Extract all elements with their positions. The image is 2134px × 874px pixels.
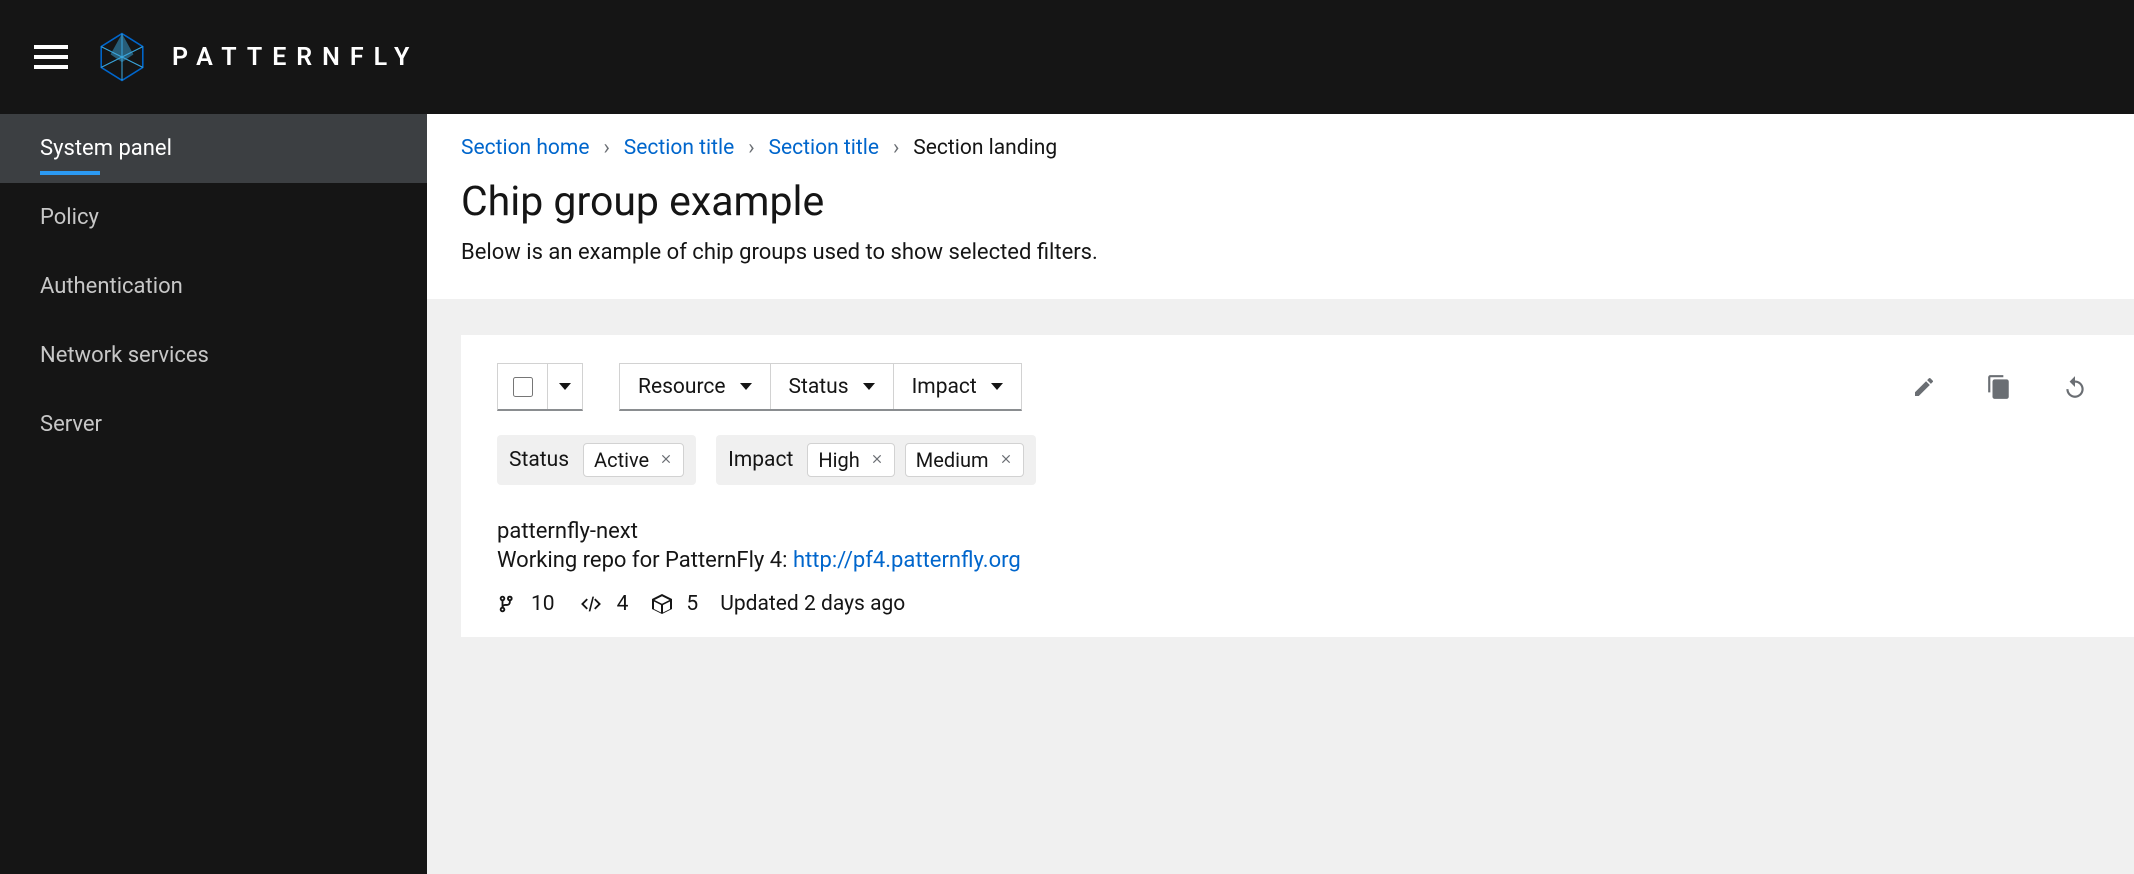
cube-icon [650, 592, 674, 616]
chip-text: Active [594, 448, 649, 472]
toolbar-icons [1912, 374, 2098, 400]
select-label: Status [789, 375, 849, 399]
sidebar-item-label: Server [40, 412, 102, 437]
select-label: Impact [912, 375, 977, 399]
edit-button[interactable] [1912, 374, 1936, 400]
patternfly-logo-icon [96, 31, 148, 83]
brand-text: PATTERNFLY [172, 43, 419, 72]
sidebar-item-label: System panel [40, 136, 172, 161]
meta-branches: 10 [497, 591, 555, 617]
copy-button[interactable] [1986, 374, 2012, 400]
chip-high: High [807, 443, 894, 477]
item-meta: 10 4 5 Updated 2 days ago [497, 591, 2098, 617]
chip-close-button[interactable] [870, 450, 884, 471]
checkbox-input[interactable] [513, 377, 533, 397]
chip-close-button[interactable] [659, 450, 673, 471]
bulk-select [497, 363, 583, 411]
meta-prs: 4 [577, 592, 629, 616]
filter-select-group: Resource Status Impact [619, 363, 1022, 411]
sidebar-item-label: Network services [40, 343, 209, 368]
app-header: PATTERNFLY [0, 0, 2134, 114]
breadcrumb-link[interactable]: Section home [461, 136, 589, 160]
item-title: patternfly-next [497, 519, 2098, 544]
breadcrumb-current: Section landing [913, 136, 1057, 160]
clone-icon [1986, 374, 2012, 400]
code-icon [577, 593, 605, 615]
select-status[interactable]: Status [771, 364, 894, 409]
chevron-down-icon [559, 383, 571, 390]
chip-group-label: Impact [728, 448, 797, 472]
chevron-down-icon [740, 383, 752, 390]
page-description: Below is an example of chip groups used … [461, 240, 2100, 265]
breadcrumb-separator-icon: › [603, 136, 609, 160]
chip-group-label: Status [509, 448, 573, 472]
breadcrumb-link[interactable]: Section title [624, 136, 734, 160]
item-description: Working repo for PatternFly 4: http://pf… [497, 548, 2098, 573]
sidebar-item-label: Authentication [40, 274, 183, 299]
close-icon [870, 452, 884, 466]
item-desc-text: Working repo for PatternFly 4: [497, 548, 793, 573]
select-impact[interactable]: Impact [894, 364, 1021, 409]
select-label: Resource [638, 375, 726, 399]
main-content: Section home › Section title › Section t… [427, 114, 2134, 874]
sidebar-item-network-services[interactable]: Network services [0, 321, 427, 390]
brand-logo[interactable]: PATTERNFLY [96, 31, 419, 83]
pencil-icon [1912, 375, 1936, 399]
list-item: patternfly-next Working repo for Pattern… [497, 519, 2098, 617]
chip-active: Active [583, 443, 684, 477]
sidebar-item-server[interactable]: Server [0, 390, 427, 459]
chip-groups: Status Active Impact High [497, 435, 2098, 485]
page-layout: System panel Policy Authentication Netwo… [0, 114, 2134, 874]
undo-button[interactable] [2062, 374, 2088, 400]
breadcrumb: Section home › Section title › Section t… [461, 136, 2100, 160]
sidebar: System panel Policy Authentication Netwo… [0, 114, 427, 874]
page-title: Chip group example [461, 178, 2100, 226]
git-branch-icon [497, 591, 519, 617]
meta-updated: Updated 2 days ago [720, 592, 905, 616]
sidebar-item-label: Policy [40, 205, 99, 230]
chevron-down-icon [863, 383, 875, 390]
close-icon [999, 452, 1013, 466]
chip-close-button[interactable] [999, 450, 1013, 471]
meta-value: 5 [686, 592, 698, 616]
sidebar-item-policy[interactable]: Policy [0, 183, 427, 252]
chevron-down-icon [991, 383, 1003, 390]
breadcrumb-separator-icon: › [748, 136, 754, 160]
bulk-select-toggle[interactable] [548, 364, 582, 409]
sidebar-item-system-panel[interactable]: System panel [0, 114, 427, 183]
chip-text: Medium [916, 448, 989, 472]
sidebar-item-authentication[interactable]: Authentication [0, 252, 427, 321]
content-panel: Resource Status Impact [461, 335, 2134, 637]
item-link[interactable]: http://pf4.patternfly.org [793, 548, 1021, 573]
chip-group-status: Status Active [497, 435, 696, 485]
meta-value: 10 [531, 592, 555, 616]
breadcrumb-link[interactable]: Section title [769, 136, 879, 160]
close-icon [659, 452, 673, 466]
breadcrumb-separator-icon: › [893, 136, 899, 160]
select-resource[interactable]: Resource [620, 364, 771, 409]
chip-text: High [818, 448, 859, 472]
meta-packages: 5 [650, 592, 698, 616]
chip-group-impact: Impact High Medium [716, 435, 1035, 485]
meta-value: 4 [617, 592, 629, 616]
toolbar: Resource Status Impact [497, 363, 2098, 425]
bulk-select-checkbox[interactable] [498, 364, 548, 409]
undo-icon [2062, 374, 2088, 400]
menu-toggle-icon[interactable] [34, 45, 68, 69]
chip-medium: Medium [905, 443, 1024, 477]
page-header: Section home › Section title › Section t… [427, 114, 2134, 299]
